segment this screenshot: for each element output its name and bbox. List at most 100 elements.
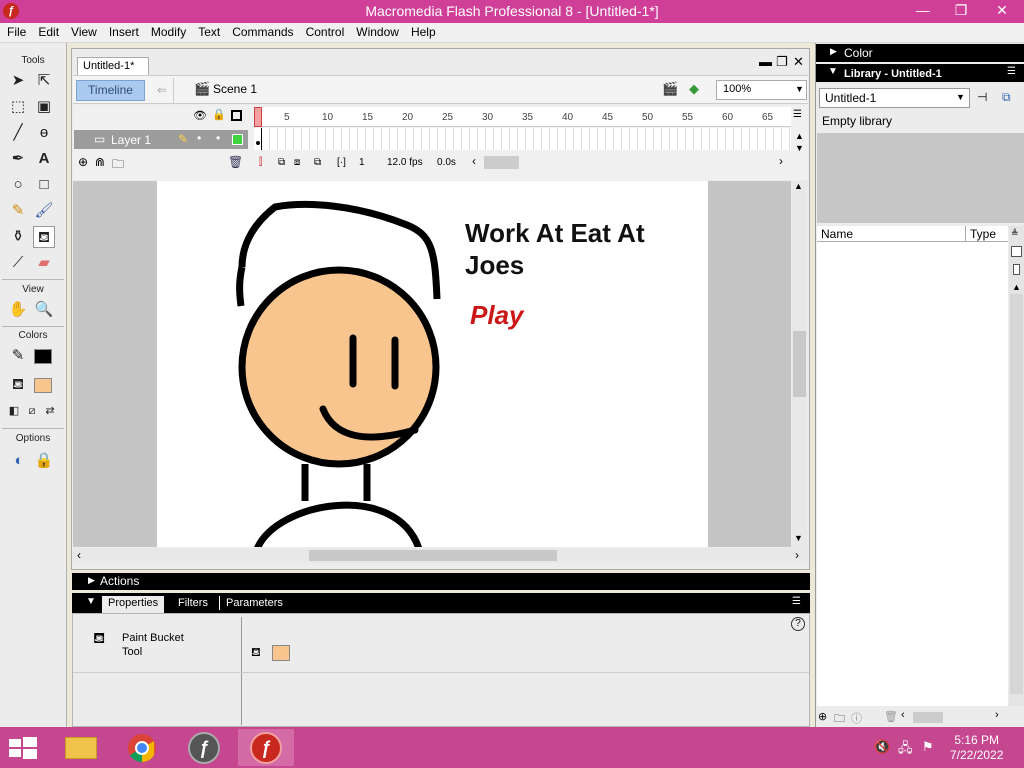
subselection-tool-icon[interactable]: ⇱ <box>33 70 55 92</box>
library-scroll-up-icon[interactable]: ▲ <box>1012 282 1021 292</box>
ink-bottle-tool-icon[interactable]: ⚱ <box>7 226 29 248</box>
panel-options-icon[interactable]: ☰ <box>792 596 801 607</box>
zoom-select[interactable]: 100% <box>716 80 807 100</box>
new-library-panel-icon[interactable]: ⧉ <box>1002 90 1011 105</box>
volume-muted-icon[interactable]: 🔇 <box>874 739 890 755</box>
narrow-view-icon[interactable] <box>1013 264 1020 275</box>
column-name[interactable]: Name <box>821 227 853 241</box>
restore-button[interactable]: ❐ <box>944 0 978 21</box>
zoom-dropdown-icon[interactable]: ▼ <box>795 84 804 94</box>
delete-layer-icon[interactable]: 🗑 <box>228 155 243 169</box>
menu-window[interactable]: Window <box>349 23 404 39</box>
menu-modify[interactable]: Modify <box>144 23 191 39</box>
outline-color-icon[interactable] <box>232 134 243 145</box>
timeline-options-icon[interactable]: ☰ <box>793 109 802 120</box>
library-panel-header[interactable]: ▼ Library - Untitled-1 ☰ <box>816 64 1024 82</box>
tab-filters[interactable]: Filters <box>172 596 214 610</box>
hscroll-thumb[interactable] <box>309 550 557 561</box>
scroll-left-icon[interactable]: ‹ <box>472 154 476 168</box>
onion-skin-icon[interactable]: ⧉ <box>278 157 285 168</box>
library-hscroll-thumb[interactable] <box>913 712 943 723</box>
menu-edit[interactable]: Edit <box>31 23 64 39</box>
eraser-tool-icon[interactable]: ▰ <box>33 252 55 274</box>
stage-horizontal-scrollbar[interactable]: ‹ › <box>73 548 808 563</box>
library-document-select[interactable]: Untitled-1 <box>819 88 970 108</box>
gradient-transform-tool-icon[interactable]: ▣ <box>33 96 55 118</box>
timeline-toggle-button[interactable]: Timeline <box>76 80 145 101</box>
layer-row[interactable]: ▭ Layer 1 ✎ • • <box>74 130 248 149</box>
edit-symbols-icon[interactable]: ◆ <box>689 81 699 97</box>
hscroll-right-icon[interactable]: › <box>795 548 799 562</box>
stage-vertical-scrollbar[interactable]: ▲ ▼ <box>792 181 807 547</box>
menu-file[interactable]: File <box>0 23 31 39</box>
frame-cells[interactable] <box>254 128 791 150</box>
insert-layer-icon[interactable]: ⊕ <box>78 155 88 169</box>
file-explorer-taskbar-button[interactable] <box>53 729 109 766</box>
scroll-right-icon[interactable]: › <box>779 154 783 168</box>
new-symbol-icon[interactable]: ⊕ <box>818 710 827 723</box>
lasso-tool-icon[interactable]: ɵ <box>33 122 55 144</box>
library-item-list[interactable] <box>817 242 1008 706</box>
paint-bucket-tool-icon[interactable]: ⛾ <box>33 226 55 248</box>
flash-player-taskbar-button[interactable]: ƒ <box>176 729 232 766</box>
brush-tool-icon[interactable]: 🖌 <box>33 200 55 222</box>
help-icon[interactable]: ? <box>791 617 805 631</box>
hscroll-left-icon[interactable]: ‹ <box>77 548 81 562</box>
eyedropper-tool-icon[interactable]: ⟋ <box>7 252 29 274</box>
timeline-hscroll-thumb[interactable] <box>484 156 519 169</box>
flash-professional-taskbar-button[interactable]: ƒ <box>238 729 294 766</box>
outline-icon[interactable] <box>231 110 242 121</box>
stroke-color-swatch[interactable] <box>34 349 52 364</box>
gap-size-icon[interactable]: ◐ <box>8 450 30 472</box>
fill-color-swatch[interactable] <box>272 645 290 661</box>
doc-close-icon[interactable]: ✕ <box>793 54 804 70</box>
doc-restore-icon[interactable]: ❐ <box>776 54 788 70</box>
system-clock[interactable]: 5:16 PM 7/22/2022 <box>950 733 1003 763</box>
edit-multiple-icon[interactable]: ⧉ <box>314 157 321 168</box>
scroll-up-icon[interactable]: ▲ <box>794 181 803 191</box>
hand-tool-icon[interactable]: ✋ <box>7 299 29 321</box>
menu-help[interactable]: Help <box>404 23 441 39</box>
library-scroll-left-icon[interactable]: ‹ <box>901 709 905 721</box>
vscroll-thumb[interactable] <box>793 331 806 397</box>
eye-icon[interactable]: 👁 <box>193 109 207 122</box>
center-frame-icon[interactable]: ⫿ <box>259 157 262 168</box>
frame-rate[interactable]: 12.0 fps <box>387 157 423 168</box>
actions-panel-header[interactable]: ▶ Actions <box>72 573 810 590</box>
tab-properties[interactable]: Properties <box>102 596 165 613</box>
network-icon[interactable]: 🖧 <box>898 739 913 761</box>
oval-tool-icon[interactable]: ○ <box>7 174 29 196</box>
swap-colors-icon[interactable]: ⇄ <box>39 400 61 422</box>
onion-markers-icon[interactable]: [·] <box>337 157 346 168</box>
menu-insert[interactable]: Insert <box>102 23 144 39</box>
fill-color-swatch[interactable] <box>34 378 52 393</box>
back-arrow-icon[interactable]: ⇐ <box>157 83 167 97</box>
wide-view-icon[interactable] <box>1011 246 1022 257</box>
lock-dot-icon[interactable]: • <box>216 131 220 145</box>
text-tool-icon[interactable]: A <box>33 148 55 170</box>
add-motion-guide-icon[interactable]: ⋒ <box>95 155 105 169</box>
library-options-icon[interactable]: ☰ <box>1007 66 1016 77</box>
scroll-down-icon[interactable]: ▼ <box>794 533 803 543</box>
library-select-dropdown-icon[interactable]: ▼ <box>956 92 965 102</box>
document-tab[interactable]: Untitled-1* <box>77 57 149 76</box>
stage[interactable]: Work At Eat At Joes Play <box>157 181 708 547</box>
pin-library-icon[interactable]: ⊣ <box>977 90 987 104</box>
collapse-triangle-icon[interactable]: ▼ <box>86 596 96 607</box>
library-scroll-thumb[interactable] <box>1010 294 1023 694</box>
column-type[interactable]: Type <box>970 227 996 241</box>
action-center-icon[interactable]: ⚑ <box>922 739 934 755</box>
lock-icon[interactable]: 🔒 <box>212 108 226 121</box>
edit-scene-icon[interactable]: 🎬 <box>662 81 678 97</box>
tab-parameters[interactable]: Parameters <box>219 596 289 610</box>
minimize-button[interactable]: — <box>906 0 940 21</box>
start-button[interactable] <box>9 737 38 759</box>
zoom-tool-icon[interactable]: 🔍 <box>33 299 55 321</box>
selection-tool-icon[interactable]: ➤ <box>7 70 29 92</box>
onion-outline-icon[interactable]: ⧈ <box>294 157 300 168</box>
menu-text[interactable]: Text <box>191 23 225 39</box>
insert-folder-icon[interactable]: 🗀 <box>112 155 124 176</box>
keyframe[interactable] <box>254 128 262 150</box>
doc-minimize-icon[interactable]: ▬ <box>759 54 772 69</box>
line-tool-icon[interactable]: ╱ <box>7 122 29 144</box>
